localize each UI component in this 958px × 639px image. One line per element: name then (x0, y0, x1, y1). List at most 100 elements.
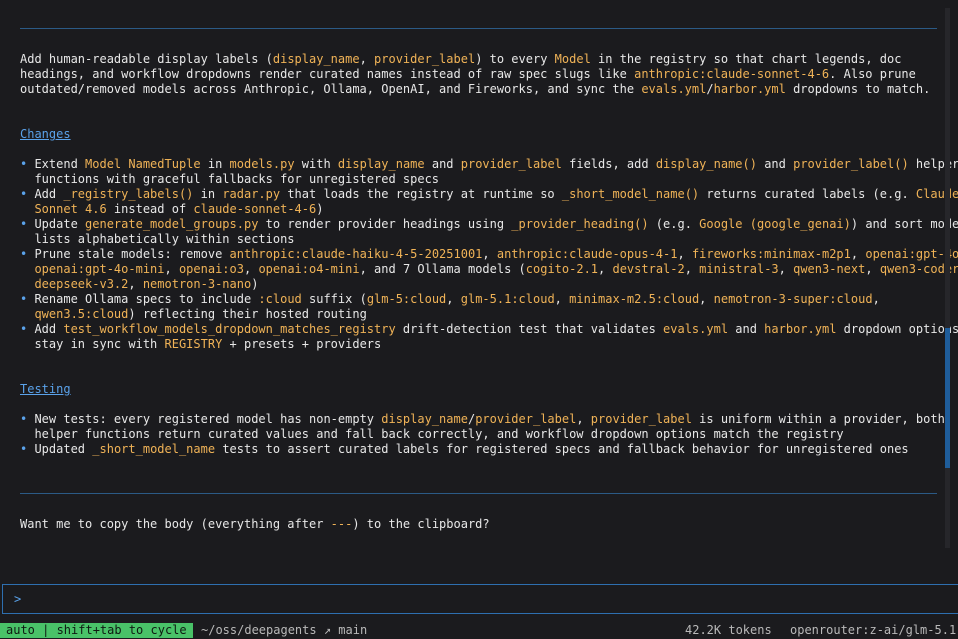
text: dropdowns to match. (785, 82, 931, 96)
text (20, 307, 34, 321)
code-span: nemotron-3-nano (142, 277, 252, 291)
code-span: anthropic:claude-haiku-4-5-20251001 (229, 247, 483, 261)
changes-heading-link[interactable]: Changes (20, 127, 71, 142)
text: Add (27, 187, 64, 201)
cwd-branch: ~/oss/deepagents ↗ main (201, 623, 368, 637)
text: Add human-readable display labels ( (20, 52, 273, 66)
text: , (684, 262, 700, 276)
code-span: :cloud (258, 292, 302, 306)
text: ) and sort model (850, 217, 958, 231)
mode-badge[interactable]: auto | shift+tab to cycle (0, 623, 193, 638)
text: , (446, 292, 461, 306)
code-span: provider_label (475, 412, 577, 426)
text: in (200, 157, 230, 171)
code-span: harbor.yml (764, 322, 837, 336)
text (20, 277, 34, 291)
divider-top (20, 28, 937, 29)
intro-line-2: headings, and workflow dropdowns render … (20, 67, 916, 82)
text: , (850, 247, 866, 261)
text: , and 7 Ollama models ( (359, 262, 526, 276)
code-span: provider_label (460, 157, 562, 171)
code-span: generate_model_groups.py (85, 217, 259, 231)
code-span: glm-5:cloud (366, 292, 447, 306)
prompt-chevron-icon: > (14, 592, 22, 606)
code-span: minimax-m2.5:cloud (569, 292, 700, 306)
changes-bullet-5-cont: qwen3.5:cloud) reflecting their hosted r… (20, 307, 367, 322)
changes-bullet-3-cont: lists alphabetically within sections (20, 232, 295, 247)
code-span: display_name (381, 412, 468, 426)
code-span: ministral-3 (699, 262, 779, 276)
chat-input-box[interactable]: > (2, 584, 958, 614)
text: ) (316, 202, 324, 216)
text: Updated (27, 442, 93, 456)
text: , (865, 262, 880, 276)
code-span: nemotron-3-super:cloud (713, 292, 873, 306)
text: ) to every (475, 52, 555, 66)
text: headings, and workflow dropdowns render … (20, 67, 635, 81)
code-span: fireworks:minimax-m2p1 (691, 247, 851, 261)
testing-bullet-1-cont: helper functions return curated values a… (20, 427, 844, 442)
text: Update (27, 217, 86, 231)
text: in (193, 187, 223, 201)
code-span: Model NamedTuple (85, 157, 201, 171)
code-span: deepseek-v3.2 (34, 277, 129, 291)
text: and (728, 322, 765, 336)
code-span: models.py (229, 157, 295, 171)
changes-bullet-4: • Prune stale models: remove anthropic:c… (20, 247, 958, 262)
text: and (424, 157, 461, 171)
changes-bullet-4-cont-1: openai:gpt-4o-mini, openai:o3, openai:o4… (20, 262, 958, 277)
text: , (482, 247, 497, 261)
code-span: openai:o4-mini (258, 262, 360, 276)
code-span: openai:gpt-4o-mini (34, 262, 165, 276)
text: tests to assert curated labels for regis… (215, 442, 909, 456)
text: helper functions return curated values a… (20, 427, 844, 441)
text: , (699, 292, 714, 306)
code-span: --- (330, 517, 353, 531)
code-span: test_workflow_models_dropdown_matches_re… (63, 322, 396, 336)
text: fields, add (561, 157, 656, 171)
code-span: REGISTRY (164, 337, 223, 351)
text: helper (908, 157, 958, 171)
code-span: _registry_labels() (63, 187, 194, 201)
text: , (872, 292, 880, 306)
testing-bullet-1: • New tests: every registered model has … (20, 412, 945, 427)
text: , (598, 262, 613, 276)
changes-bullet-6-cont: stay in sync with REGISTRY + presets + p… (20, 337, 381, 352)
testing-bullet-2: • Updated _short_model_name tests to ass… (20, 442, 909, 457)
intro-line-3: outdated/removed models across Anthropic… (20, 82, 930, 97)
code-span: _provider_heading() (511, 217, 649, 231)
code-span: radar.py (222, 187, 281, 201)
text: Prune stale models: remove (27, 247, 230, 261)
text: dropdown options (836, 322, 958, 336)
code-span: evals.yml (663, 322, 729, 336)
code-span: _short_model_name (92, 442, 216, 456)
code-span: evals.yml (641, 82, 707, 96)
testing-heading-link[interactable]: Testing (20, 382, 71, 397)
text: drift-detection test that validates (395, 322, 664, 336)
terminal-output: Add human-readable display labels (displ… (0, 0, 958, 580)
code-span: Sonnet 4.6 (34, 202, 107, 216)
text: ) (251, 277, 259, 291)
model-name: openrouter:z-ai/glm-5.1 (790, 623, 957, 637)
text: . Also prune (829, 67, 916, 81)
scrollbar-thumb[interactable] (945, 328, 950, 468)
text: that loads the registry at runtime so (280, 187, 562, 201)
changes-bullet-5: • Rename Ollama specs to include :cloud … (20, 292, 880, 307)
code-span: devstral-2 (612, 262, 685, 276)
code-span: display_name (272, 52, 360, 66)
code-span: anthropic:claude-opus-4-1 (496, 247, 678, 261)
text: to render provider headings using (258, 217, 512, 231)
code-span: provider_label (374, 52, 476, 66)
changes-bullet-1-cont: functions with graceful fallbacks for un… (20, 172, 439, 187)
code-span: display_name() (655, 157, 757, 171)
text: lists alphabetically within sections (20, 232, 295, 246)
assistant-question: Want me to copy the body (everything aft… (20, 517, 490, 532)
text: + presets + providers (222, 337, 382, 351)
text: ) reflecting their hosted routing (128, 307, 367, 321)
divider-bottom (20, 493, 937, 494)
text: returns curated labels (e.g. (699, 187, 916, 201)
changes-bullet-3: • Update generate_model_groups.py to ren… (20, 217, 958, 232)
text: ) to the clipboard? (352, 517, 490, 531)
text: , (243, 262, 259, 276)
text: functions with graceful fallbacks for un… (20, 172, 440, 186)
